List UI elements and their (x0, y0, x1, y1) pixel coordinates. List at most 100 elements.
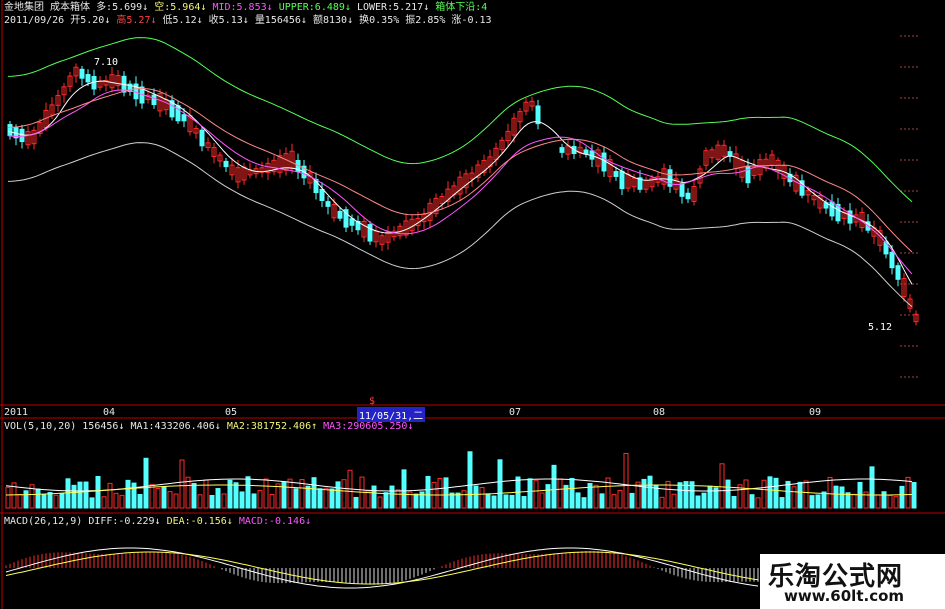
volume-bar-11 (71, 484, 77, 509)
candle-body-92 (559, 147, 565, 153)
volume-bar-44 (269, 494, 275, 509)
volume-bar-41 (251, 493, 257, 509)
info-low: 低5.12↓ (162, 15, 203, 26)
volume-bar-42 (257, 489, 263, 509)
volume-bar-32 (197, 494, 203, 509)
candle-body-60 (367, 224, 373, 242)
volume-bar-143 (863, 491, 869, 509)
volume-bar-73 (443, 477, 449, 509)
volume-bar-107 (647, 475, 653, 509)
volume-bar-18 (113, 492, 119, 509)
volume-bar-81 (491, 495, 497, 509)
candle-body-2 (19, 128, 25, 143)
volume-bar-79 (479, 487, 485, 509)
volume-bar-35 (215, 488, 221, 509)
info-volume: 量156456↓ (254, 15, 307, 26)
volume-bar-19 (119, 494, 125, 509)
volume-bar-48 (293, 488, 299, 509)
volume-bar-26 (161, 486, 167, 509)
volume-bar-14 (89, 497, 95, 509)
volume-bar-66 (401, 469, 407, 509)
info-date: 2011/09/26 (4, 15, 65, 26)
volume-bar-147 (887, 494, 893, 509)
volume-bar-80 (485, 493, 491, 509)
volume-bar-89 (539, 492, 545, 509)
volume-bar-126 (761, 479, 767, 509)
volume-bar-29 (179, 459, 185, 509)
volume-bar-72 (437, 478, 443, 509)
volume-bar-8 (53, 494, 59, 509)
volume-bar-36 (221, 493, 227, 509)
volume-bar-76 (461, 490, 467, 509)
volume-bar-23 (143, 457, 149, 509)
cursor-date-label: 11/05/31,二 (357, 407, 426, 422)
candle-body-123 (745, 165, 751, 184)
macd-header: MACD(26,12,9) DIFF:-0.229↓ DEA:-0.156↓ M… (4, 516, 311, 528)
volume-bar-140 (845, 492, 851, 509)
volume-bar-121 (731, 495, 737, 509)
volume-bar-117 (707, 485, 713, 509)
volume-bar-112 (677, 482, 683, 509)
volume-bar-146 (881, 491, 887, 509)
volume-bar-78 (473, 485, 479, 509)
box-down-value: 箱体下沿:4 (435, 2, 488, 13)
volume-bar-61 (371, 485, 377, 509)
lower-value: LOWER:5.217↓ (356, 2, 430, 13)
volume-bar-116 (701, 492, 707, 509)
volume-bar-84 (509, 494, 515, 509)
volume-bar-111 (671, 493, 677, 509)
low-price-label: 5.12 (868, 322, 893, 333)
volume-bar-132 (797, 481, 803, 509)
volume-bar-7 (47, 492, 53, 509)
macd-name: MACD(26,12,9) (4, 516, 83, 527)
volume-bar-92 (557, 478, 563, 509)
high-price-label: 7.10 (94, 57, 119, 68)
volume-bar-130 (785, 480, 791, 509)
volume-bar-38 (233, 482, 239, 509)
volume-bar-55 (335, 481, 341, 509)
volume-bar-128 (773, 477, 779, 509)
volume-bar-127 (767, 476, 773, 509)
volume-bar-2 (17, 493, 23, 509)
volume-bar-64 (389, 485, 395, 509)
volume-bar-43 (263, 478, 269, 509)
upper-value: UPPER:6.489↓ (278, 2, 351, 13)
volume-bar-45 (275, 483, 281, 509)
volume-bar-138 (833, 485, 839, 509)
volume-bar-103 (623, 453, 629, 509)
volume-bar-119 (719, 463, 725, 509)
candle-body-120 (727, 151, 733, 157)
volume-bar-115 (695, 495, 701, 509)
candle-body-36 (223, 160, 229, 168)
axis-label-07: 07 (509, 407, 522, 418)
info-open: 开5.20↓ (70, 15, 111, 26)
volume-bar-151 (911, 481, 917, 509)
volume-bar-90 (545, 484, 551, 509)
volume-bar-139 (839, 486, 845, 509)
volume-bar-91 (551, 464, 557, 509)
candle-body-32 (199, 129, 205, 147)
candle-body-99 (601, 152, 607, 172)
cursor-marker: $ (369, 396, 376, 407)
volume-bar-15 (95, 476, 101, 509)
candle-body-13 (85, 74, 91, 83)
candle-body-53 (325, 201, 331, 207)
volume-bar-134 (809, 495, 815, 509)
candle-body-148 (895, 265, 901, 280)
volume-bar-102 (617, 490, 623, 509)
volume-bar-125 (755, 497, 761, 509)
volume-bar-77 (467, 451, 473, 509)
volume-bar-135 (815, 494, 821, 509)
candle-body-137 (829, 201, 835, 217)
price-title-line: 金地集团 成本箱体 多:5.699↓ 空:5.964↓ MID:5.853↓ U… (4, 2, 487, 14)
volume-bar-0 (5, 486, 11, 509)
volume-bar-31 (191, 483, 197, 509)
volume-bar-87 (527, 478, 533, 509)
volume-bar-136 (821, 491, 827, 509)
volume-bar-137 (827, 476, 833, 509)
info-close: 收5.13↓ (208, 15, 249, 26)
axis-label-04: 04 (103, 407, 116, 418)
volume-bar-13 (83, 481, 89, 509)
candle-body-96 (583, 149, 589, 155)
volume-bar-21 (131, 482, 137, 509)
